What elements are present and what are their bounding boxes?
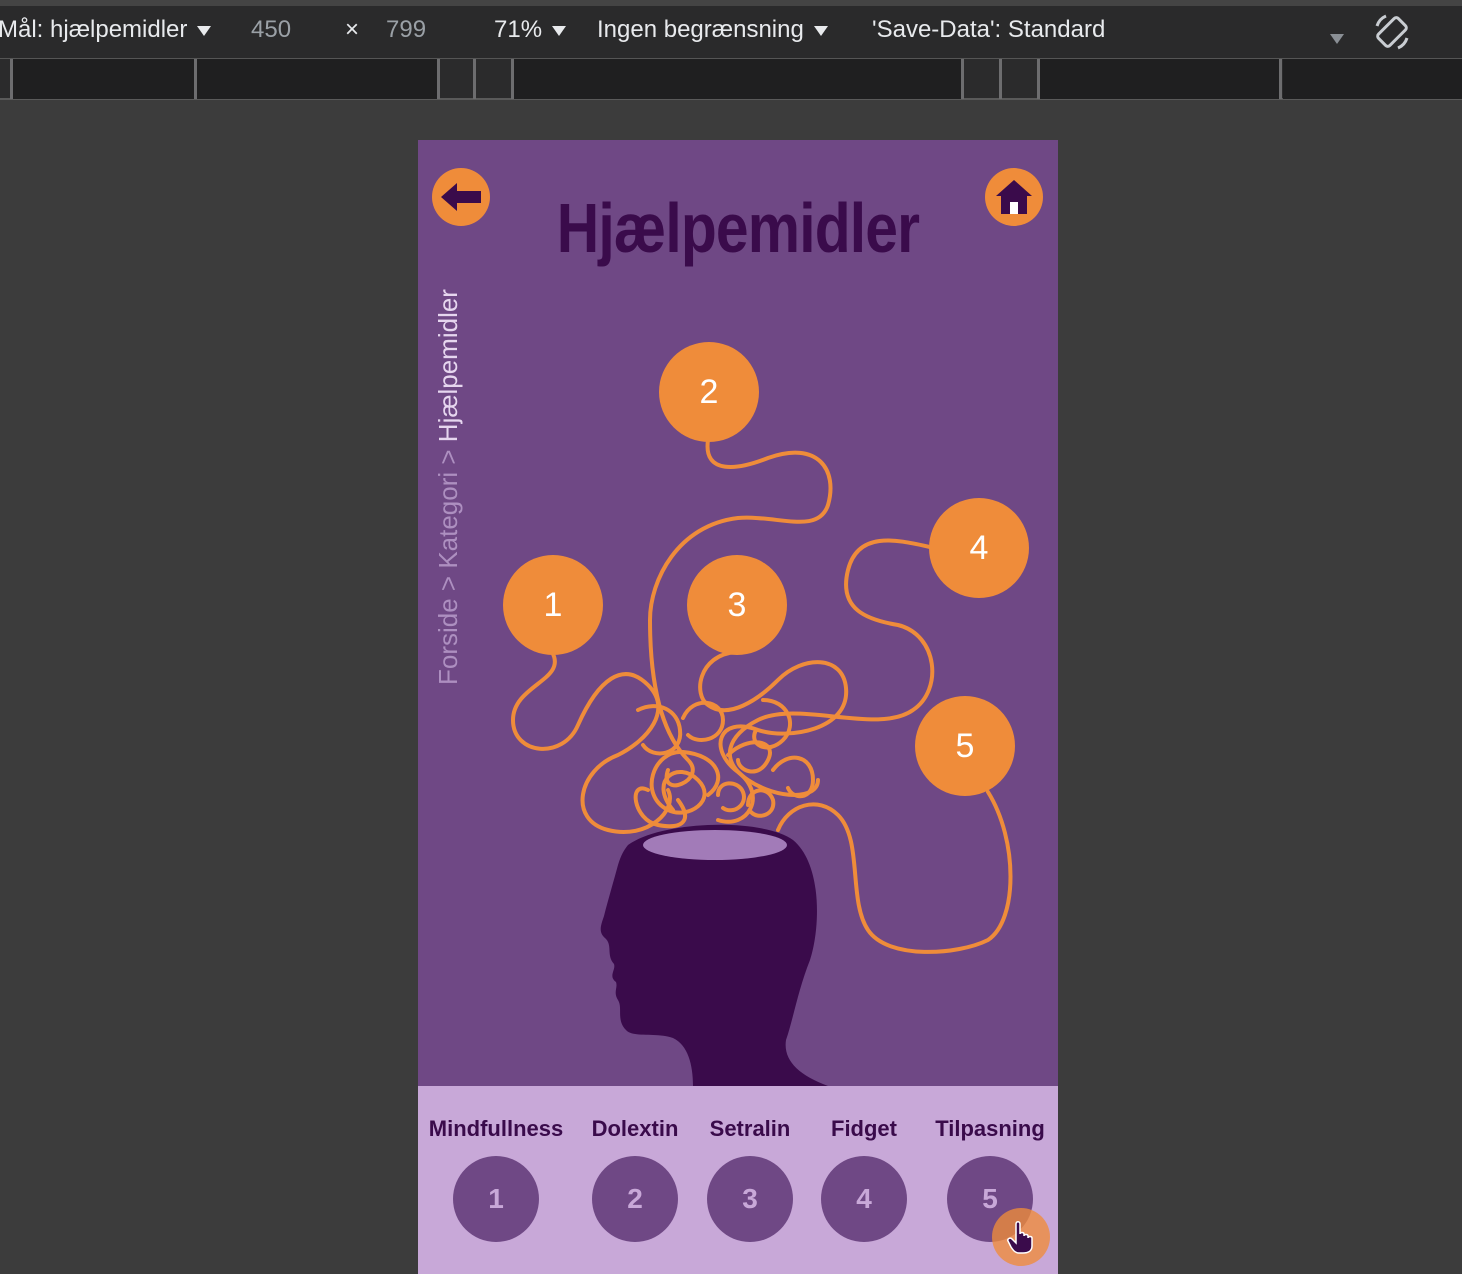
page-title: Hjælpemidler bbox=[556, 189, 920, 267]
bubble-5[interactable]: 5 bbox=[915, 696, 1015, 796]
nav-item-label: Fidget bbox=[831, 1116, 897, 1141]
ruler-tick bbox=[10, 59, 13, 99]
breadcrumb-path[interactable]: Forside > Kategori > bbox=[433, 442, 463, 685]
ruler-tick bbox=[961, 59, 964, 99]
zoom-select[interactable]: 71% bbox=[494, 16, 567, 44]
chevron-down-icon bbox=[813, 25, 828, 36]
ruler-tick bbox=[437, 59, 440, 99]
nav-item-label: Mindfullness bbox=[428, 1116, 564, 1141]
rotate-icon[interactable] bbox=[1372, 12, 1412, 59]
zoom-label: 71% bbox=[494, 16, 543, 43]
width-input[interactable]: 450 bbox=[251, 16, 291, 44]
bubble-3[interactable]: 3 bbox=[687, 555, 787, 655]
ruler-tick bbox=[511, 59, 514, 99]
nav-number-button[interactable]: 2 bbox=[592, 1156, 678, 1242]
chevron-down-icon bbox=[197, 25, 212, 36]
nav-number-button[interactable]: 3 bbox=[707, 1156, 793, 1242]
device-target-select[interactable]: Mål: hjælpemidler bbox=[0, 16, 212, 44]
bubble-2[interactable]: 2 bbox=[659, 342, 759, 442]
save-data-select[interactable]: 'Save-Data': Standard bbox=[872, 16, 1105, 44]
nav-number-button[interactable]: 4 bbox=[821, 1156, 907, 1242]
nav-item-mindfullness[interactable]: Mindfullness 1 bbox=[426, 1116, 566, 1242]
ruler-tick bbox=[999, 59, 1002, 99]
ruler-tick bbox=[1279, 59, 1282, 99]
device-viewport: Hjælpemidler Forside > Kategori > Hjælpe… bbox=[418, 140, 1058, 1274]
height-input[interactable]: 799 bbox=[386, 16, 426, 44]
chevron-down-icon bbox=[552, 25, 567, 36]
nav-item-label: Tilpasning bbox=[935, 1116, 1045, 1141]
more-options-dropdown[interactable] bbox=[1330, 24, 1344, 52]
nav-item-fidget[interactable]: Fidget 4 bbox=[794, 1116, 934, 1242]
devtools-device-toolbar: Mål: hjælpemidler 450 × 799 71% Ingen be… bbox=[0, 0, 1462, 58]
ruler-segment bbox=[1040, 59, 1280, 99]
ruler-segment bbox=[514, 59, 961, 99]
ruler-tick bbox=[194, 59, 197, 99]
ruler-tick bbox=[1037, 59, 1040, 99]
device-target-label: Mål: hjælpemidler bbox=[0, 16, 188, 43]
ruler-tick bbox=[473, 59, 476, 99]
breadcrumb-current: Hjælpemidler bbox=[433, 289, 463, 443]
bottom-navigation: Mindfullness 1 Dolextin 2 Setralin 3 Fid… bbox=[418, 1086, 1058, 1274]
ruler-segment bbox=[197, 59, 437, 99]
media-query-ruler bbox=[0, 58, 1462, 100]
breadcrumb: Forside > Kategori > Hjælpemidler bbox=[433, 289, 469, 685]
hand-pointer-icon bbox=[1007, 1221, 1033, 1254]
touch-cursor-indicator bbox=[992, 1208, 1050, 1266]
bubble-4[interactable]: 4 bbox=[929, 498, 1029, 598]
throttling-select[interactable]: Ingen begrænsning bbox=[597, 16, 828, 44]
nav-number-button[interactable]: 1 bbox=[453, 1156, 539, 1242]
dimension-separator: × bbox=[345, 16, 360, 43]
bubble-1[interactable]: 1 bbox=[503, 555, 603, 655]
ruler-segment bbox=[12, 59, 194, 99]
throttling-label: Ingen begrænsning bbox=[597, 16, 804, 43]
chevron-down-icon bbox=[1330, 33, 1344, 44]
ruler-segment bbox=[1283, 59, 1462, 99]
